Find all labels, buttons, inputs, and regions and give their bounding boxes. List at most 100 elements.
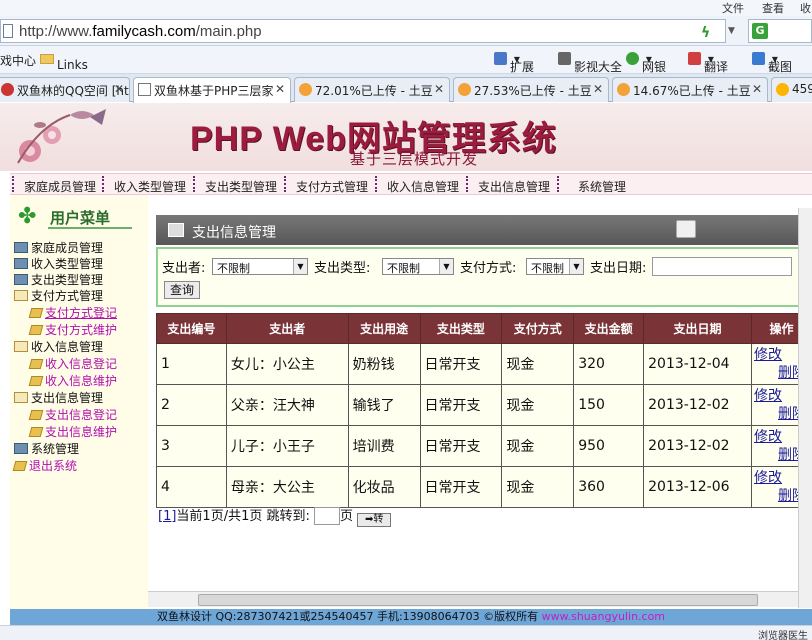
col-header-date: 支出日期 bbox=[643, 313, 752, 344]
page-go-button[interactable]: ➡转 bbox=[357, 513, 392, 527]
sidebar-sub-income-maintain[interactable]: 收入信息维护 bbox=[28, 372, 117, 389]
close-icon[interactable]: ✕ bbox=[593, 82, 603, 96]
pager-text: 当前1页/共1页 跳转到: bbox=[176, 509, 310, 524]
sidebar-item-income-types[interactable]: 收入类型管理 bbox=[14, 255, 103, 272]
search-engine-icon[interactable]: G bbox=[752, 23, 768, 39]
sidebar-item-expense-info[interactable]: 支出信息管理 bbox=[14, 389, 103, 406]
printer-icon[interactable] bbox=[676, 220, 696, 238]
date-label: 支出日期: bbox=[590, 261, 647, 276]
menu-view[interactable]: 查看 bbox=[762, 0, 784, 16]
method-label: 支付方式: bbox=[460, 261, 517, 276]
query-button[interactable]: 查询 bbox=[164, 281, 200, 299]
tab-upload-3[interactable]: 14.67%已上传 - 土豆 ✕ bbox=[612, 77, 768, 102]
nav-expense-types[interactable]: 支出类型管理 bbox=[205, 178, 277, 195]
horizontal-scrollbar[interactable] bbox=[148, 591, 798, 607]
tab-qq-space[interactable]: 双鱼林的QQ空间 [http ✕ bbox=[0, 77, 130, 102]
cell-method: 现金 bbox=[501, 425, 575, 467]
browser-status-bar: 浏览器医生 bbox=[0, 625, 812, 640]
footer-link[interactable]: www.shuangyulin.com bbox=[542, 610, 665, 623]
pagination: [1]当前1页/共1页 跳转到: 页 ➡转 bbox=[158, 505, 392, 527]
cell-type: 日常开支 bbox=[419, 343, 503, 385]
sidebar-sub-income-register[interactable]: 收入信息登记 bbox=[28, 355, 117, 372]
nav-system[interactable]: 系统管理 bbox=[578, 178, 626, 195]
chevron-down-icon: ▼ bbox=[569, 259, 583, 274]
gem-icon bbox=[28, 410, 44, 420]
close-icon[interactable]: ✕ bbox=[434, 82, 444, 96]
book-icon bbox=[14, 443, 28, 454]
close-icon[interactable]: ✕ bbox=[752, 82, 762, 96]
vertical-scrollbar[interactable] bbox=[798, 208, 812, 608]
cell-date: 2013-12-04 bbox=[643, 343, 752, 385]
tab-upload-2[interactable]: 27.53%已上传 - 土豆 ✕ bbox=[453, 77, 609, 102]
tudou-icon bbox=[617, 83, 630, 96]
sidebar-sub-expense-register[interactable]: 支出信息登记 bbox=[28, 406, 117, 423]
search-box[interactable]: G bbox=[748, 19, 812, 43]
sidebar-item-family-members[interactable]: 家庭成员管理 bbox=[14, 239, 103, 256]
tudou-icon bbox=[299, 83, 312, 96]
url-text[interactable]: http://www.familycash.com/main.php bbox=[19, 23, 262, 40]
nav-family-members[interactable]: 家庭成员管理 bbox=[24, 178, 96, 195]
method-select[interactable]: 不限制 ▼ bbox=[526, 258, 584, 275]
sidebar-item-system[interactable]: 系统管理 bbox=[14, 440, 79, 457]
sidebar-item-payment-methods[interactable]: 支付方式管理 bbox=[14, 287, 103, 304]
tab-more[interactable]: 459 bbox=[771, 77, 812, 102]
page-jump-input[interactable] bbox=[314, 507, 340, 525]
address-bar[interactable]: http://www.familycash.com/main.php ϟ bbox=[0, 19, 726, 43]
tool-video[interactable]: 影视大全 bbox=[558, 52, 622, 74]
nav-separator bbox=[102, 176, 104, 192]
flower-decoration-icon bbox=[17, 109, 106, 164]
screenshot-icon bbox=[752, 52, 765, 65]
sidebar-item-income-info[interactable]: 收入信息管理 bbox=[14, 338, 103, 355]
sidebar-item-expense-types[interactable]: 支出类型管理 bbox=[14, 271, 103, 288]
cell-id: 2 bbox=[156, 384, 227, 426]
menu-favorites[interactable]: 收 bbox=[800, 0, 811, 16]
payer-select[interactable]: 不限制 ▼ bbox=[212, 258, 308, 275]
col-header-purpose: 支出用途 bbox=[347, 313, 421, 344]
sidebar-item-logout[interactable]: 退出系统 bbox=[12, 457, 77, 474]
pager-unit: 页 bbox=[340, 509, 354, 524]
nav-expense-info[interactable]: 支出信息管理 bbox=[478, 178, 550, 195]
tab-php-system[interactable]: 双鱼林基于PHP三层家 ✕ bbox=[133, 77, 291, 103]
cell-purpose: 培训费 bbox=[347, 425, 421, 467]
tool-extensions[interactable]: 扩展 ▾ bbox=[494, 52, 534, 74]
sidebar-sub-payment-register[interactable]: 支付方式登记 bbox=[28, 304, 117, 321]
tool-translate[interactable]: 翻译 ▾ bbox=[688, 52, 728, 74]
nav-separator bbox=[557, 176, 559, 192]
address-dropdown-icon[interactable]: ▼ bbox=[728, 26, 735, 36]
cell-id: 4 bbox=[156, 466, 227, 508]
expense-table: 支出编号 支出者 支出用途 支出类型 支付方式 支出金额 支出日期 操作 1 女… bbox=[156, 313, 812, 508]
close-icon[interactable]: ✕ bbox=[114, 82, 124, 96]
sidebar-sub-payment-maintain[interactable]: 支付方式维护 bbox=[28, 321, 117, 338]
fav-game-center[interactable]: 戏中心 bbox=[0, 52, 36, 69]
nav-payment-methods[interactable]: 支付方式管理 bbox=[296, 178, 368, 195]
go-icon[interactable]: ϟ bbox=[701, 25, 715, 41]
footer-text: 双鱼林设计 QQ:287307421或254540457 手机:13908064… bbox=[156, 610, 542, 623]
menu-file[interactable]: 文件 bbox=[722, 0, 744, 16]
scrollbar-thumb[interactable] bbox=[198, 594, 758, 606]
browser-doctor-label[interactable]: 浏览器医生 bbox=[758, 627, 808, 640]
nav-income-types[interactable]: 收入类型管理 bbox=[114, 178, 186, 195]
tool-bank[interactable]: 网银 ▾ bbox=[626, 52, 666, 74]
date-input[interactable] bbox=[652, 257, 792, 276]
gem-icon bbox=[28, 427, 44, 437]
sidebar-sub-expense-maintain[interactable]: 支出信息维护 bbox=[28, 423, 117, 440]
col-header-amount: 支出金额 bbox=[573, 313, 645, 344]
tool-screenshot[interactable]: 截图 ▾ bbox=[752, 52, 792, 74]
nav-income-info[interactable]: 收入信息管理 bbox=[387, 178, 459, 195]
page-icon bbox=[138, 83, 151, 96]
translate-icon bbox=[688, 52, 701, 65]
cell-id: 1 bbox=[156, 343, 227, 385]
cell-amount: 360 bbox=[573, 466, 645, 508]
cell-type: 日常开支 bbox=[419, 384, 503, 426]
close-icon[interactable]: ✕ bbox=[275, 82, 285, 96]
tab-upload-1[interactable]: 72.01%已上传 - 土豆 ✕ bbox=[294, 77, 450, 102]
fav-links[interactable]: Links bbox=[40, 52, 88, 72]
page-icon bbox=[3, 24, 13, 38]
tab-site-icon bbox=[776, 83, 789, 96]
type-select[interactable]: 不限制 ▼ bbox=[382, 258, 454, 275]
cell-amount: 950 bbox=[573, 425, 645, 467]
gem-icon bbox=[28, 308, 44, 318]
book-icon bbox=[14, 274, 28, 285]
site-banner: PHP Web网站管理系统 基于三层模式开发 bbox=[0, 103, 812, 171]
page-link-1[interactable]: [1] bbox=[158, 509, 176, 524]
